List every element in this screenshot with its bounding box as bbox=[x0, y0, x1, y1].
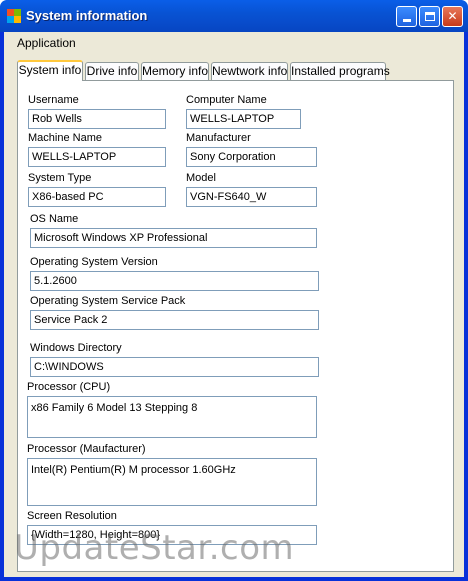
machine-name-field[interactable]: WELLS-LAPTOP bbox=[28, 147, 166, 167]
computer-name-label: Computer Name bbox=[186, 94, 267, 106]
tab-system-info[interactable]: System info bbox=[17, 60, 83, 81]
processor-manufacturer-field[interactable]: Intel(R) Pentium(R) M processor 1.60GHz bbox=[27, 458, 317, 506]
app-icon bbox=[7, 9, 21, 23]
tab-memory-info[interactable]: Memory info bbox=[141, 62, 209, 80]
app-window: System information ✕ Application System … bbox=[0, 0, 468, 581]
processor-manufacturer-label: Processor (Maufacturer) bbox=[27, 443, 146, 455]
manufacturer-label: Manufacturer bbox=[186, 132, 251, 144]
windows-directory-field[interactable]: C:\WINDOWS bbox=[30, 357, 319, 377]
username-label: Username bbox=[28, 94, 79, 106]
system-type-field[interactable]: X86-based PC bbox=[28, 187, 166, 207]
system-type-label: System Type bbox=[28, 172, 92, 184]
os-service-pack-field[interactable]: Service Pack 2 bbox=[30, 310, 319, 330]
windows-directory-label: Windows Directory bbox=[30, 342, 122, 354]
processor-cpu-field[interactable]: x86 Family 6 Model 13 Stepping 8 bbox=[27, 396, 317, 438]
os-service-pack-label: Operating System Service Pack bbox=[30, 295, 186, 307]
maximize-button[interactable] bbox=[419, 6, 440, 27]
os-name-field[interactable]: Microsoft Windows XP Professional bbox=[30, 228, 317, 248]
client-area: Application System info Drive info Memor… bbox=[4, 32, 464, 577]
tab-drive-info[interactable]: Drive info bbox=[85, 62, 139, 80]
menu-application[interactable]: Application bbox=[17, 36, 76, 50]
window-title: System information bbox=[26, 8, 148, 23]
computer-name-field[interactable]: WELLS-LAPTOP bbox=[186, 109, 301, 129]
model-field[interactable]: VGN-FS640_W bbox=[186, 187, 317, 207]
close-icon: ✕ bbox=[447, 9, 458, 23]
menu-bar: Application bbox=[4, 32, 464, 52]
minimize-button[interactable] bbox=[396, 6, 417, 27]
close-button[interactable]: ✕ bbox=[442, 6, 463, 27]
watermark: UpdateStar.com bbox=[14, 528, 295, 568]
manufacturer-field[interactable]: Sony Corporation bbox=[186, 147, 317, 167]
username-field[interactable]: Rob Wells bbox=[28, 109, 166, 129]
os-version-field[interactable]: 5.1.2600 bbox=[30, 271, 319, 291]
os-name-label: OS Name bbox=[30, 213, 79, 225]
tab-installed-programs[interactable]: Installed programs bbox=[290, 62, 390, 80]
minimize-icon bbox=[402, 19, 411, 22]
title-bar[interactable]: System information ✕ bbox=[0, 0, 468, 32]
machine-name-label: Machine Name bbox=[28, 132, 102, 144]
screen-resolution-label: Screen Resolution bbox=[27, 510, 117, 522]
os-version-label: Operating System Version bbox=[30, 256, 158, 268]
tab-network-info[interactable]: Newtwork info bbox=[211, 62, 288, 80]
system-info-panel: Username Rob Wells Computer Name WELLS-L… bbox=[17, 80, 454, 572]
maximize-icon bbox=[424, 12, 435, 21]
processor-cpu-label: Processor (CPU) bbox=[27, 381, 111, 393]
model-label: Model bbox=[186, 172, 216, 184]
